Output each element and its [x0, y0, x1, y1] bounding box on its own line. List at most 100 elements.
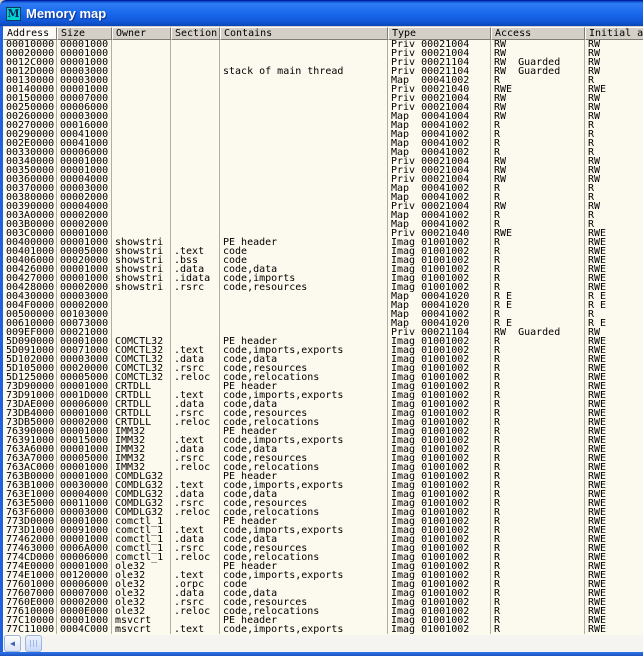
cell-owner [112, 211, 171, 220]
column-header-type[interactable]: Type [388, 27, 491, 40]
cell-owner [112, 139, 171, 148]
memory-table-body: 0001000000001000Priv 00021004RWRW0002000… [3, 40, 643, 635]
cell-access: R [491, 391, 585, 400]
column-header-initial-access[interactable]: Initial acc [585, 27, 643, 40]
cell-owner [112, 193, 171, 202]
cell-owner [112, 157, 171, 166]
cell-section [171, 130, 220, 139]
column-header-row: Address Size Owner Section Contains Type… [3, 26, 643, 40]
cell-contains [220, 94, 388, 103]
cell-section: .reloc [171, 418, 220, 427]
cell-access: R [491, 625, 585, 634]
cell-owner [112, 148, 171, 157]
cell-contains [220, 292, 388, 301]
cell-section [171, 301, 220, 310]
cell-address: 77C11000 [3, 625, 57, 634]
cell-access: R [491, 139, 585, 148]
memory-map-icon: M [6, 7, 21, 21]
cell-access: R [491, 130, 585, 139]
table-row[interactable]: 77C110000004C000msvcrt.textcode,imports,… [3, 625, 643, 634]
cell-section: .reloc [171, 463, 220, 472]
cell-access: R [491, 553, 585, 562]
cell-access: R [491, 481, 585, 490]
cell-owner [112, 76, 171, 85]
cell-owner [112, 94, 171, 103]
cell-owner [112, 130, 171, 139]
cell-access: R [491, 463, 585, 472]
cell-access: R [491, 256, 585, 265]
cell-section [171, 49, 220, 58]
cell-section [171, 184, 220, 193]
cell-contains [220, 157, 388, 166]
column-header-owner[interactable]: Owner [112, 27, 171, 40]
cell-section [171, 202, 220, 211]
column-header-size[interactable]: Size [57, 27, 112, 40]
cell-section [171, 40, 220, 49]
cell-access: R [491, 436, 585, 445]
cell-owner [112, 175, 171, 184]
cell-contains: code,resources [220, 283, 388, 292]
cell-contains: code,imports,exports [220, 625, 388, 634]
cell-access: RW [491, 202, 585, 211]
window-border-left [0, 26, 3, 656]
cell-section [171, 139, 220, 148]
cell-owner [112, 85, 171, 94]
cell-access: RW [491, 112, 585, 121]
column-header-section[interactable]: Section [171, 27, 220, 40]
cell-contains [220, 40, 388, 49]
cell-owner [112, 184, 171, 193]
horizontal-scrollbar[interactable]: ◀ [3, 635, 643, 652]
cell-owner [112, 292, 171, 301]
cell-contains [220, 112, 388, 121]
cell-access: R [491, 418, 585, 427]
cell-access: R [491, 607, 585, 616]
cell-contains [220, 130, 388, 139]
cell-section [171, 229, 220, 238]
cell-access: R [491, 562, 585, 571]
cell-access: R [491, 589, 585, 598]
cell-access: R [491, 211, 585, 220]
scrollbar-thumb[interactable] [25, 635, 42, 652]
cell-type: Imag 01001002 [388, 625, 491, 634]
cell-owner [112, 301, 171, 310]
cell-access: R [491, 355, 585, 364]
cell-section [171, 94, 220, 103]
cell-section [171, 166, 220, 175]
titlebar[interactable]: M Memory map [0, 0, 643, 26]
cell-contains [220, 148, 388, 157]
cell-contains [220, 139, 388, 148]
cell-section: .text [171, 625, 220, 634]
arrow-left-icon: ◀ [10, 640, 15, 648]
cell-section [171, 211, 220, 220]
cell-section [171, 103, 220, 112]
cell-contains [220, 103, 388, 112]
thumb-grip-icon [30, 640, 38, 647]
cell-contains [220, 301, 388, 310]
column-header-access[interactable]: Access [491, 27, 585, 40]
cell-contains [220, 166, 388, 175]
cell-access: R [491, 508, 585, 517]
cell-access: R [491, 247, 585, 256]
scroll-left-button[interactable]: ◀ [4, 635, 21, 652]
cell-contains [220, 121, 388, 130]
cell-access: RW [491, 175, 585, 184]
cell-access: R [491, 535, 585, 544]
cell-section: .reloc [171, 553, 220, 562]
cell-access: R [491, 364, 585, 373]
cell-access: RW Guarded [491, 67, 585, 76]
cell-access: R [491, 517, 585, 526]
window-title: Memory map [26, 6, 106, 21]
cell-contains [220, 193, 388, 202]
cell-contains [220, 175, 388, 184]
cell-access: R [491, 445, 585, 454]
cell-access: R E [491, 301, 585, 310]
cell-section [171, 112, 220, 121]
column-header-contains[interactable]: Contains [220, 27, 388, 40]
cell-access: R [491, 472, 585, 481]
cell-access: R [491, 544, 585, 553]
cell-access: R [491, 499, 585, 508]
column-header-address[interactable]: Address [3, 27, 57, 40]
cell-owner: showstri [112, 283, 171, 292]
cell-contains [220, 76, 388, 85]
cell-contains [220, 85, 388, 94]
